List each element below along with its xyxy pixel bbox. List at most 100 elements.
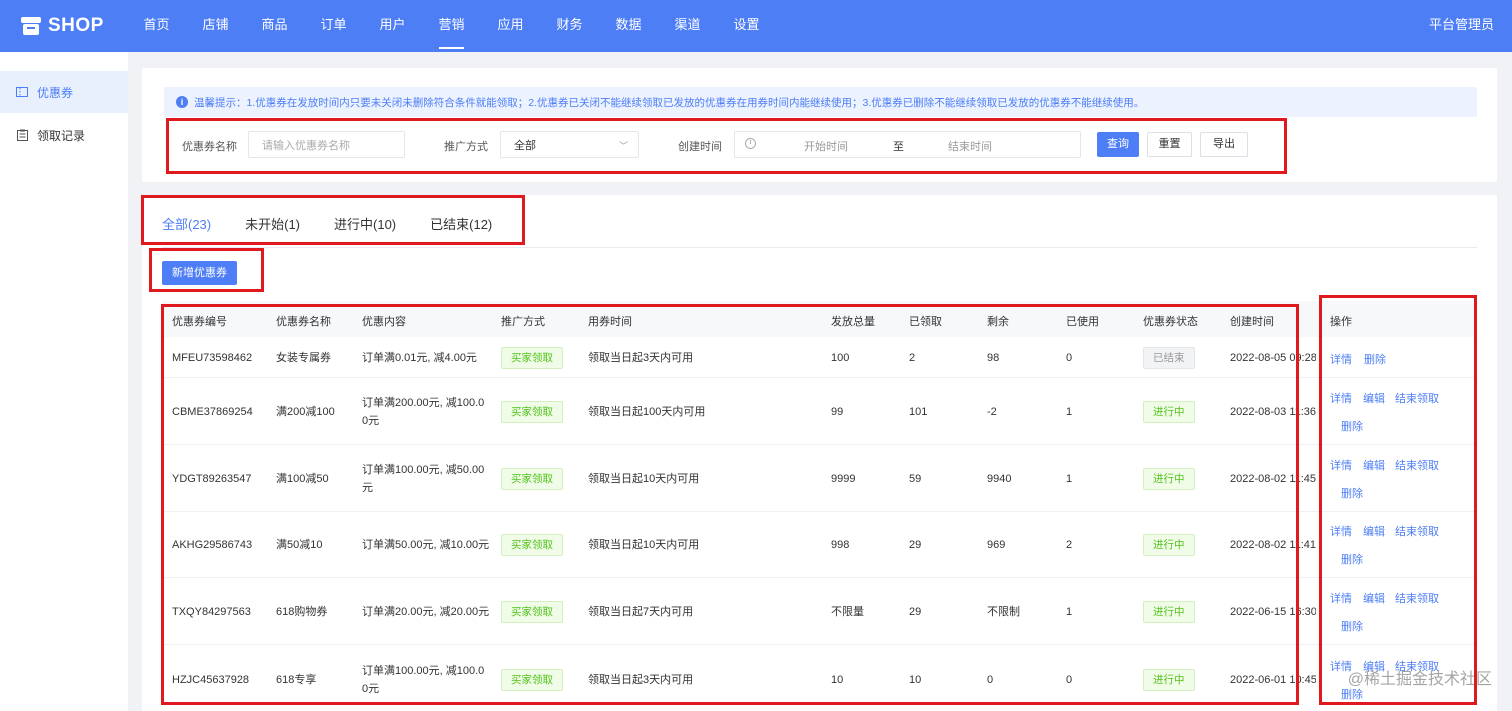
promo-method-label: 推广方式 [444,141,488,153]
total-issued: 100 [831,351,850,364]
nav-item[interactable]: 营销 [422,0,481,52]
nav-item[interactable]: 用户 [363,0,422,52]
coupon-name: 满200减100 [276,405,335,418]
shop-icon [21,17,41,35]
tip-banner: i 温馨提示：1.优惠券在发放时间内只要未关闭未删除符合条件就能领取；2.优惠券… [164,87,1477,117]
status-badge: 进行中 [1143,600,1195,623]
delete-link[interactable]: 删除 [1364,351,1386,367]
edit-link[interactable]: 编辑 [1363,523,1385,539]
detail-link[interactable]: 详情 [1330,390,1352,406]
column-header: 优惠券名称 [276,316,331,328]
tabs-divider [162,247,1477,248]
detail-link[interactable]: 详情 [1330,523,1352,539]
table-header: 优惠券编号 优惠券名称 优惠内容 推广方式 用券时间 发放总量 已领取 剩余 已使用 优惠券状态 创… [162,301,1477,337]
used-count: 1 [1066,472,1073,485]
use-time: 领取当日起100天内可用 [588,405,706,418]
nav-item[interactable]: 应用 [481,0,540,52]
reset-button[interactable]: 重置 [1147,132,1192,157]
detail-link[interactable]: 详情 [1330,590,1352,606]
use-time: 领取当日起7天内可用 [588,605,694,618]
nav-item[interactable]: 商品 [245,0,304,52]
sidebar-item-claim-records[interactable]: 领取记录 [0,114,128,156]
created-time-label: 创建时间 [678,141,722,153]
nav-item[interactable]: 设置 [717,0,776,52]
range-separator: 至 [893,141,904,153]
remaining-count: 不限制 [987,605,1020,618]
coupon-content: 订单满200.00元, 减100.0 0元 [362,394,492,430]
coupon-id: TXQY84297563 [172,605,251,618]
edit-link[interactable]: 编辑 [1363,590,1385,606]
status-badge: 进行中 [1143,400,1195,423]
delete-link[interactable]: 删除 [1341,551,1363,567]
status-badge: 进行中 [1143,669,1195,691]
logo-text: SHOP [48,15,104,36]
end-claim-link[interactable]: 结束领取 [1395,457,1439,473]
edit-link[interactable]: 编辑 [1363,457,1385,473]
query-button[interactable]: 查询 [1097,132,1139,157]
coupon-name-input[interactable]: 请输入优惠券名称 [248,131,405,158]
use-time: 领取当日起3天内可用 [588,351,694,364]
promo-method-tag: 买家领取 [501,600,563,623]
delete-link[interactable]: 删除 [1341,485,1363,501]
column-header: 推广方式 [501,316,545,328]
coupon-content-line: 0元 [362,683,380,695]
coupon-content: 订单满0.01元, 减4.00元 [362,349,492,367]
coupon-name: 618购物券 [276,605,328,618]
column-header: 优惠券状态 [1143,316,1198,328]
sidebar-item-coupons[interactable]: 优惠券 [0,71,128,113]
coupon-content: 订单满20.00元, 减20.00元 [362,603,492,621]
claimed-count: 59 [909,472,922,485]
total-issued: 10 [831,674,844,686]
nav-item[interactable]: 店铺 [186,0,245,52]
nav-item[interactable]: 财务 [540,0,599,52]
nav-item[interactable]: 首页 [127,0,186,52]
date-range-picker[interactable]: 开始时间 至 结束时间 [734,131,1081,158]
coupon-id: AKHG29586743 [172,539,253,551]
status-tab[interactable]: 全部(23) [162,214,211,233]
end-date-input[interactable]: 结束时间 [948,138,992,154]
column-header: 已领取 [909,316,942,328]
promo-method-tag: 买家领取 [501,534,563,556]
nav-item[interactable]: 数据 [599,0,658,52]
tip-text: 温馨提示：1.优惠券在发放时间内只要未关闭未删除符合条件就能领取；2.优惠券已关… [194,96,1145,109]
claimed-count: 29 [909,605,922,618]
promo-method-tag: 买家领取 [501,467,563,490]
logo[interactable]: SHOP [20,13,104,39]
user-menu[interactable]: 平台管理员 [1429,0,1494,50]
end-claim-link[interactable]: 结束领取 [1395,390,1439,406]
coupon-name-label: 优惠券名称 [182,141,237,153]
used-count: 0 [1066,674,1073,686]
used-count: 0 [1066,351,1073,364]
add-coupon-button[interactable]: 新增优惠券 [162,261,237,285]
detail-link[interactable]: 详情 [1330,351,1352,367]
promo-method-tag: 买家领取 [501,400,563,423]
delete-link[interactable]: 删除 [1341,618,1363,634]
remaining-count: 0 [987,674,994,686]
end-claim-link[interactable]: 结束领取 [1395,590,1439,606]
coupon-name: 女装专属券 [276,351,331,364]
coupon-id: CBME37869254 [172,405,253,418]
coupon-name: 满50减10 [276,539,323,551]
total-issued: 不限量 [831,605,864,618]
export-button[interactable]: 导出 [1200,132,1248,157]
promo-method-tag: 买家领取 [501,346,563,369]
table-row: MFEU73598462 女装专属券 订单满0.01元, 减4.00元 买家领取 领取当… [162,337,1477,378]
delete-link[interactable]: 删除 [1341,418,1363,434]
status-tab[interactable]: 进行中(10) [334,214,396,233]
nav-item[interactable]: 订单 [304,0,363,52]
edit-link[interactable]: 编辑 [1363,390,1385,406]
nav-item[interactable]: 渠道 [658,0,717,52]
info-icon: i [176,96,188,108]
status-tab[interactable]: 已结束(12) [430,214,492,233]
promo-method-select[interactable]: 全部 ﹀ [500,131,639,158]
filter-card: i 温馨提示：1.优惠券在发放时间内只要未关闭未删除符合条件就能领取；2.优惠券… [142,68,1497,182]
coupon-content: 订单满50.00元, 减10.00元 [362,536,492,554]
created-time: 2022-06-01 10:45:1 [1230,674,1316,686]
detail-link[interactable]: 详情 [1330,457,1352,473]
start-date-input[interactable]: 开始时间 [804,138,848,154]
status-tab[interactable]: 未开始(1) [245,214,300,233]
claimed-count: 2 [909,351,916,364]
end-claim-link[interactable]: 结束领取 [1395,523,1439,539]
main-nav: 首页 店铺 商品 订单 用户 营销 应用 财务 数据 渠道 设置 [127,0,776,52]
claimed-count: 101 [909,405,928,418]
